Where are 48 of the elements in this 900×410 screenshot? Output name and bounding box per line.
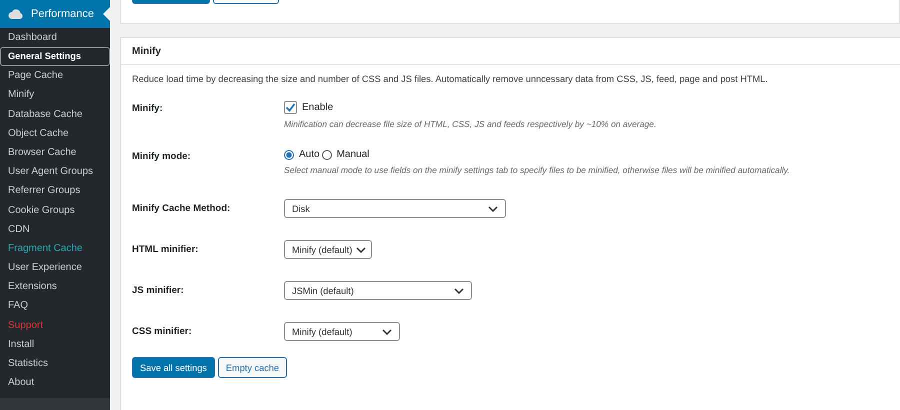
current-pointer-icon [103, 7, 110, 21]
dropdown[interactable]: Minify (default) [284, 240, 372, 259]
sidebar-item[interactable]: Dashboard [0, 28, 110, 48]
radio-button[interactable] [284, 150, 294, 160]
sidebar-item[interactable]: Referrer Groups [0, 181, 110, 200]
menu-header[interactable]: Performance [0, 0, 110, 28]
sidebar-item[interactable]: Install [0, 334, 110, 354]
field-label: JS minifier: [132, 285, 185, 296]
field-label: Minify: [132, 102, 164, 116]
checkbox[interactable] [284, 101, 297, 114]
hint-text: Select manual mode to use fields on the minify settings tab to specify files to be minified, otherwise files will be minified automatically. [284, 165, 790, 175]
section-description: Reduce load time by decreasing the size and number of CSS and JS files. Automatically remove unncessary data from CSS, JS, feed, page and post HTML. [132, 74, 769, 84]
sidebar-item[interactable]: Extensions [0, 277, 110, 296]
sidebar-item[interactable]: Page Cache [0, 66, 110, 86]
section-title: Minify [132, 46, 161, 56]
chevron-down-icon [488, 206, 498, 212]
hint-text: Minification can decrease file size of HTML, CSS, JS and feeds respectively by ~10% on average. [284, 119, 656, 129]
empty-cache-button[interactable]: Empty cache [218, 357, 288, 378]
sidebar-item[interactable]: Cookie Groups [0, 200, 110, 220]
sidebar-item[interactable]: CDN [0, 220, 110, 239]
dropdown[interactable]: Minify (default) [284, 322, 400, 341]
dropdown[interactable]: Disk [284, 199, 506, 218]
sidebar-item[interactable]: Fragment Cache [0, 238, 110, 258]
sidebar-item[interactable]: Database Cache [0, 104, 110, 124]
radio-button[interactable] [322, 150, 332, 160]
sidebar-item[interactable]: General Settings [0, 47, 110, 66]
cloud-icon [8, 7, 24, 21]
sidebar-item[interactable]: Statistics [0, 354, 110, 374]
sidebar-item[interactable]: About [0, 373, 110, 392]
sidebar-item[interactable]: User Agent Groups [0, 162, 110, 182]
field-label: HTML minifier: [132, 244, 200, 255]
sidebar-item[interactable]: Minify [0, 85, 110, 105]
sidebar-item[interactable]: Object Cache [0, 124, 110, 143]
chevron-down-icon [356, 246, 366, 252]
sidebar-item[interactable]: User Experience [0, 258, 110, 278]
field-label: Minify mode: [132, 150, 192, 164]
sidebar-item[interactable]: FAQ [0, 296, 110, 316]
field-label: Minify Cache Method: [132, 203, 232, 214]
save-button[interactable]: Save all settings [132, 357, 215, 378]
menu-title: Performance [31, 8, 94, 20]
dropdown[interactable]: JSMin (default) [284, 281, 472, 300]
chevron-down-icon [454, 288, 464, 294]
sidebar-item[interactable]: Browser Cache [0, 142, 110, 162]
field-label: CSS minifier: [132, 326, 193, 337]
radio-label: Manual [336, 149, 370, 160]
chevron-down-icon [382, 328, 392, 334]
checkbox-label: Enable [302, 102, 334, 113]
radio-label: Auto [299, 149, 320, 160]
